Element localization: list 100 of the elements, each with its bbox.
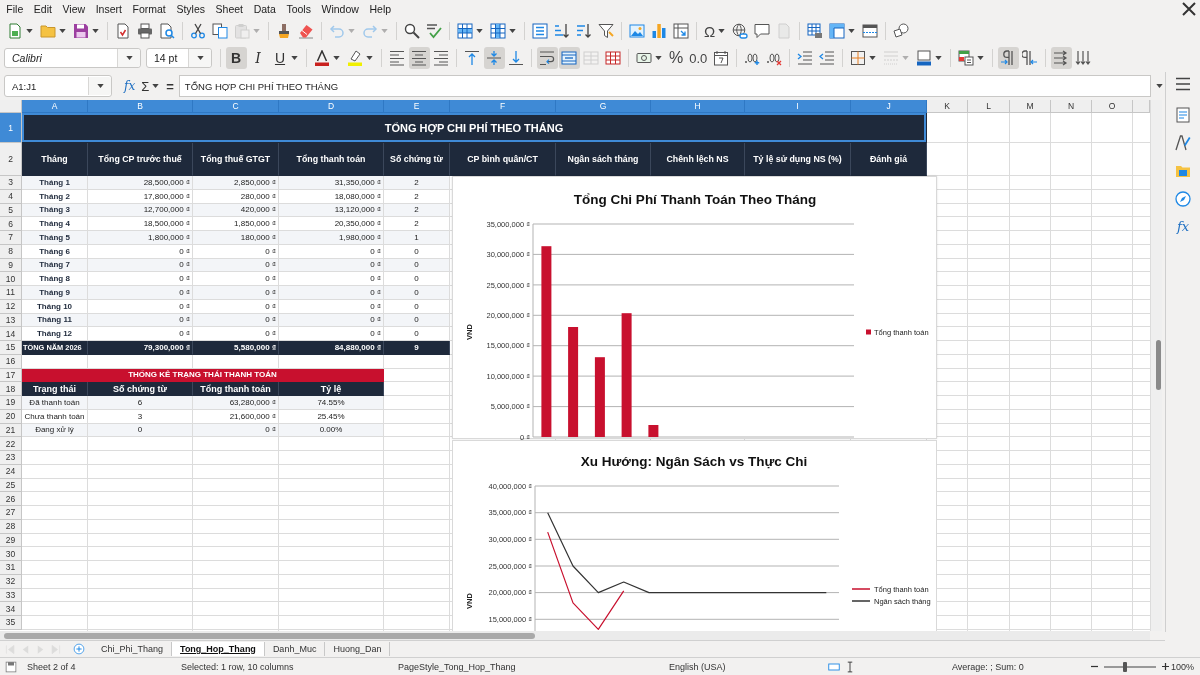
add-decimal-icon[interactable] <box>744 50 761 66</box>
row-header[interactable]: 14 <box>0 327 22 341</box>
sheet-tab[interactable]: Huong_Dan <box>325 642 391 656</box>
close-icon[interactable] <box>1181 1 1197 17</box>
wrap-text-button[interactable] <box>536 47 558 69</box>
column-header[interactable]: K <box>927 100 968 113</box>
menu-item[interactable]: Tools <box>281 3 317 15</box>
column-header[interactable]: D <box>279 100 384 113</box>
language-indicator[interactable]: English (USA) <box>669 661 726 672</box>
text-direction-button[interactable] <box>1050 47 1072 69</box>
font-name-field[interactable]: Calibri <box>4 48 141 68</box>
menu-item[interactable]: Format <box>127 3 172 15</box>
table-columns-icon[interactable] <box>490 23 506 39</box>
font-color-icon[interactable] <box>314 50 330 66</box>
globe-link-icon[interactable] <box>732 23 749 39</box>
column-header[interactable]: N <box>1051 100 1092 113</box>
caret-icon[interactable] <box>333 56 340 60</box>
caret-icon[interactable] <box>196 56 204 60</box>
row-header[interactable]: 22 <box>0 437 22 451</box>
menu-item[interactable]: Window <box>316 3 365 15</box>
caret-icon[interactable] <box>869 56 877 60</box>
list-box-icon[interactable] <box>532 23 548 39</box>
caret-icon[interactable] <box>26 29 33 33</box>
bar-chart-icon[interactable] <box>651 23 667 39</box>
dropdown-button[interactable] <box>188 49 211 67</box>
column-header[interactable]: I <box>745 100 851 113</box>
split-window-icon[interactable] <box>862 23 879 39</box>
caret-icon[interactable] <box>977 56 985 60</box>
caret-icon[interactable] <box>59 29 66 33</box>
underline-button[interactable]: U <box>269 47 291 69</box>
scrollbar-thumb[interactable] <box>1156 340 1161 390</box>
delete-decimal-icon[interactable] <box>766 50 783 66</box>
row-header[interactable]: 26 <box>0 492 22 506</box>
row-header[interactable]: 30 <box>0 547 22 561</box>
bold-button[interactable]: B <box>225 47 247 69</box>
zoom-in-icon[interactable] <box>1162 663 1169 670</box>
caret-icon[interactable] <box>96 84 104 88</box>
row-header[interactable]: 31 <box>0 561 22 575</box>
formula-input[interactable]: TỔNG HỢP CHI PHÍ THEO THÁNG <box>178 75 1151 97</box>
number-format-button[interactable]: 0.0 <box>689 50 708 66</box>
highlighter-icon[interactable] <box>347 50 363 66</box>
caret-icon[interactable] <box>935 56 943 60</box>
slider-thumb[interactable] <box>1122 661 1127 672</box>
row-header[interactable]: 7 <box>0 231 22 245</box>
eraser-icon[interactable] <box>298 23 314 39</box>
caret-icon[interactable] <box>1155 84 1163 88</box>
menu-item[interactable]: Insert <box>90 3 128 15</box>
row-header[interactable]: 35 <box>0 616 22 630</box>
spellcheck-icon[interactable] <box>426 23 442 39</box>
caret-icon[interactable] <box>476 29 483 33</box>
conditional-format-icon[interactable] <box>958 50 975 66</box>
column-header[interactable]: A <box>22 100 88 113</box>
caret-icon[interactable] <box>848 29 856 33</box>
paintbrush-icon[interactable] <box>276 23 292 39</box>
font-size-field[interactable]: 14 pt <box>146 48 212 68</box>
menu-item[interactable]: Edit <box>28 3 58 15</box>
funnel-icon[interactable] <box>598 23 614 39</box>
italic-button[interactable]: I <box>247 47 269 69</box>
function-wizard-button[interactable]: fx <box>124 79 136 93</box>
sheet-tab[interactable]: Danh_Muc <box>264 642 326 656</box>
row-header[interactable]: 2 <box>0 143 22 176</box>
document-check-icon[interactable] <box>115 23 131 39</box>
row-header[interactable]: 27 <box>0 506 22 520</box>
column-header[interactable]: J <box>851 100 927 113</box>
row-header[interactable]: 3 <box>0 176 22 190</box>
sort-descending-icon[interactable] <box>576 23 592 39</box>
caret-icon[interactable] <box>655 56 662 60</box>
name-box[interactable]: A1:J1 <box>4 75 112 97</box>
print-preview-icon[interactable] <box>159 23 175 39</box>
table-printer-icon[interactable] <box>807 23 824 39</box>
zoom-percent[interactable]: 100% <box>1171 661 1195 672</box>
scissors-icon[interactable] <box>190 23 206 39</box>
row-header[interactable]: 19 <box>0 396 22 410</box>
styles-brush-icon[interactable] <box>1175 135 1191 151</box>
column-header[interactable]: C <box>193 100 279 113</box>
column-header[interactable]: G <box>556 100 651 113</box>
dropdown-button[interactable] <box>117 49 140 67</box>
column-header[interactable]: H <box>651 100 745 113</box>
dropdown-button[interactable] <box>88 77 111 95</box>
row-header[interactable]: 11 <box>0 286 22 300</box>
functions-button[interactable]: fx <box>1176 219 1190 234</box>
pivot-table-icon[interactable] <box>673 23 689 39</box>
copy-icon[interactable] <box>212 23 228 39</box>
row-header[interactable]: 23 <box>0 451 22 465</box>
borders-icon[interactable] <box>850 50 867 66</box>
border-color-icon[interactable] <box>916 50 933 66</box>
column-header[interactable]: B <box>88 100 193 113</box>
align-center-button[interactable] <box>408 47 430 69</box>
caret-icon[interactable] <box>125 56 133 60</box>
menu-item[interactable]: Data <box>248 3 282 15</box>
menu-item[interactable]: File <box>1 3 29 15</box>
table-rows-icon[interactable] <box>457 23 473 39</box>
caret-icon[interactable] <box>509 29 516 33</box>
scrollbar-thumb[interactable] <box>4 632 535 639</box>
selection-mode-icon[interactable] <box>828 660 840 673</box>
speech-bubble-icon[interactable] <box>754 23 771 39</box>
caret-icon[interactable] <box>366 56 373 60</box>
row-header[interactable]: 10 <box>0 272 22 286</box>
banknote-icon[interactable] <box>636 50 652 66</box>
calendar-icon[interactable] <box>713 50 730 66</box>
